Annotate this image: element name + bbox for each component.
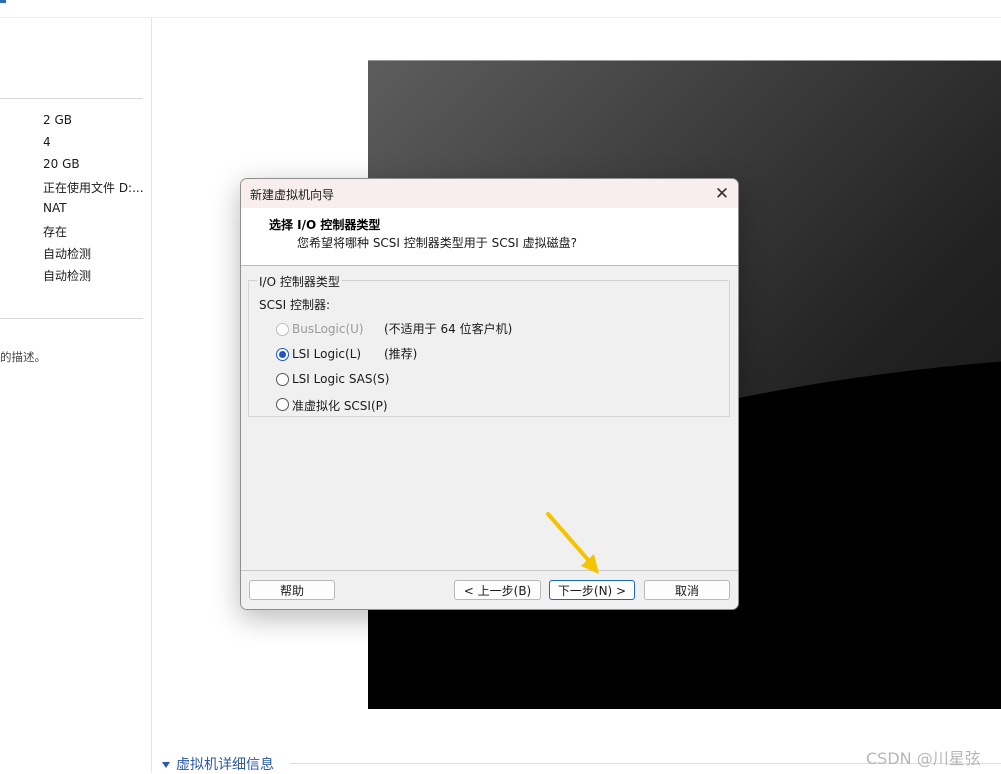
caret-down-icon xyxy=(162,762,170,768)
option-label: 准虚拟化 SCSI(P) xyxy=(292,399,388,413)
cancel-button[interactable]: 取消 xyxy=(644,580,730,600)
new-vm-wizard-dialog: 新建虚拟机向导 ✕ 选择 I/O 控制器类型 您希望将哪种 SCSI 控制器类型… xyxy=(240,178,739,610)
top-strip xyxy=(0,0,1001,18)
option-label: LSI Logic SAS(S) xyxy=(292,372,390,386)
option-label: BusLogic(U) xyxy=(292,322,364,336)
scsi-controller-label: SCSI 控制器: xyxy=(259,298,331,312)
dialog-title: 新建虚拟机向导 xyxy=(250,188,335,202)
dialog-titlebar[interactable]: 新建虚拟机向导 ✕ xyxy=(241,179,738,208)
next-button[interactable]: 下一步(N) > xyxy=(549,580,635,600)
vm-details-toggle[interactable]: 虚拟机详细信息 xyxy=(162,754,274,774)
groupbox-label: I/O 控制器类型 xyxy=(257,273,342,290)
radio-button xyxy=(276,323,289,336)
display-value: 自动检测 xyxy=(43,269,92,283)
close-icon[interactable]: ✕ xyxy=(707,181,737,207)
radio-button-selected[interactable] xyxy=(276,348,289,361)
help-button[interactable]: 帮助 xyxy=(249,580,335,600)
radio-button[interactable] xyxy=(276,398,289,411)
memory-value: 2 GB xyxy=(43,113,72,127)
network-value: NAT xyxy=(43,201,67,215)
cd-dvd-value: 正在使用文件 D:... xyxy=(43,181,144,195)
option-note: (推荐) xyxy=(384,347,418,361)
watermark: CSDN @川星弦 xyxy=(866,749,981,768)
app-edge-icon xyxy=(0,0,6,3)
option-note: (不适用于 64 位客户机) xyxy=(384,322,513,336)
wizard-step-title: 选择 I/O 控制器类型 xyxy=(269,218,381,232)
radio-dot-icon xyxy=(279,351,286,358)
wizard-header: 选择 I/O 控制器类型 您希望将哪种 SCSI 控制器类型用于 SCSI 虚拟… xyxy=(241,208,738,266)
back-button[interactable]: < 上一步(B) xyxy=(454,580,541,600)
divider xyxy=(0,98,143,99)
dialog-footer: 帮助 < 上一步(B) 下一步(N) > 取消 xyxy=(241,570,738,609)
disk-value: 20 GB xyxy=(43,157,80,171)
usb-value: 存在 xyxy=(43,225,68,239)
radio-button[interactable] xyxy=(276,373,289,386)
wizard-step-description: 您希望将哪种 SCSI 控制器类型用于 SCSI 虚拟磁盘? xyxy=(297,236,577,250)
vm-summary-panel: 2 GB 4 20 GB 正在使用文件 D:... NAT 存在 自动检测 自动… xyxy=(0,18,152,773)
divider xyxy=(0,318,143,319)
option-label: LSI Logic(L) xyxy=(292,347,362,361)
vm-details-label: 虚拟机详细信息 xyxy=(176,757,274,773)
sound-value: 自动检测 xyxy=(43,247,92,261)
processor-value: 4 xyxy=(43,135,51,149)
description-text: 的描述。 xyxy=(0,350,46,364)
